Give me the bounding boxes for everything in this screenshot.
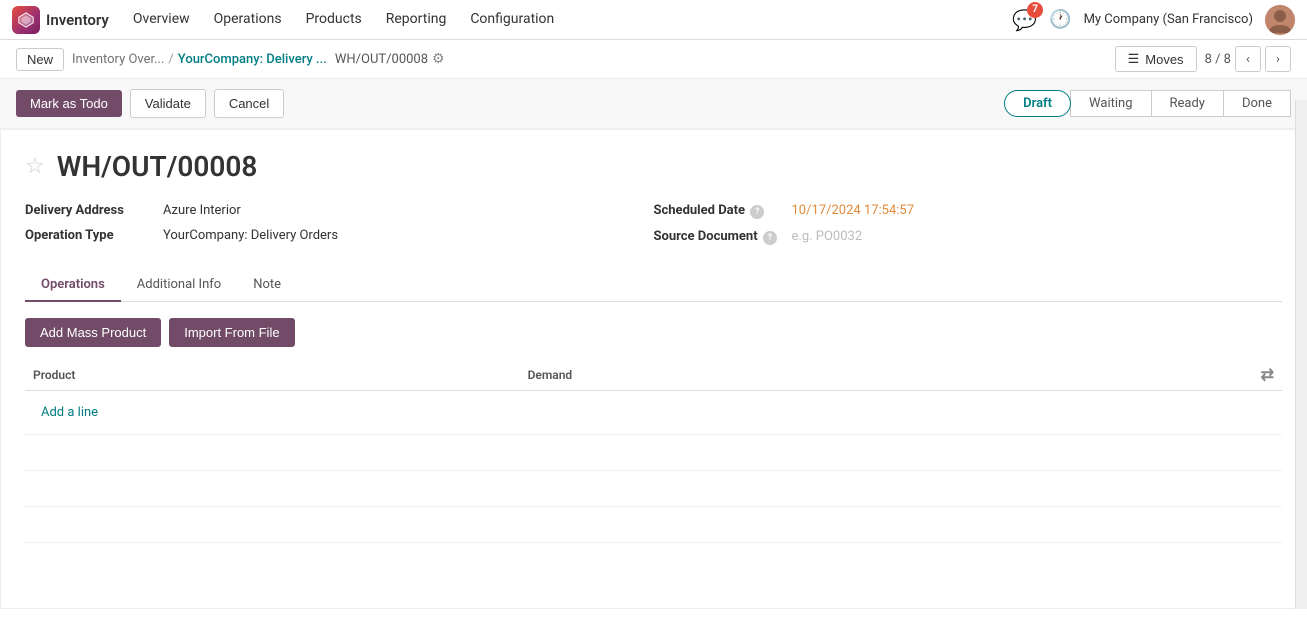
app-logo[interactable]: Inventory [12,6,109,34]
notification-badge: 7 [1027,2,1043,18]
topnav-right: 💬 7 🕐 My Company (San Francisco) [1012,5,1295,35]
delivery-address-value[interactable]: Azure Interior [163,203,241,218]
tab-operations[interactable]: Operations [25,269,121,302]
table-actions: Add Mass Product Import From File [25,318,1282,347]
products-table: Product Demand ⇄ Add a line [25,359,1282,543]
operation-type-value[interactable]: YourCompany: Delivery Orders [163,228,338,243]
source-document-help[interactable]: ? [763,231,777,245]
top-navigation: Inventory Overview Operations Products R… [0,0,1307,40]
record-id: WH/OUT/00008 [335,52,428,67]
breadcrumb-sep1: / [168,52,173,67]
form-right: Scheduled Date ? 10/17/2024 17:54:57 Sou… [654,203,1283,245]
scheduled-date-label: Scheduled Date ? [654,203,784,219]
tab-note[interactable]: Note [237,269,297,302]
scheduled-date-value[interactable]: 10/17/2024 17:54:57 [792,203,915,218]
settings-icon[interactable]: ⚙ [432,51,445,67]
favorite-icon[interactable]: ☆ [25,154,45,179]
form-left: Delivery Address Azure Interior Operatio… [25,203,654,245]
column-settings-icon[interactable]: ⇄ [1261,365,1274,384]
scrollbar[interactable] [1295,100,1307,609]
operation-type-label: Operation Type [25,228,155,243]
record-title: WH/OUT/00008 [57,150,258,183]
import-from-file-button[interactable]: Import From File [169,318,294,347]
menu-configuration[interactable]: Configuration [458,0,566,40]
delivery-address-label: Delivery Address [25,203,155,218]
action-bar: Mark as Todo Validate Cancel Draft Waiti… [0,79,1307,129]
operation-type-row: Operation Type YourCompany: Delivery Ord… [25,228,654,243]
col-product-header: Product [25,359,520,391]
breadcrumb-parent2[interactable]: YourCompany: Delivery ... [178,52,327,67]
main-content: ☆ WH/OUT/00008 Delivery Address Azure In… [0,129,1307,609]
source-document-row: Source Document ? e.g. PO0032 [654,229,1283,245]
moves-label: Moves [1145,52,1183,67]
main-menu: Overview Operations Products Reporting C… [121,0,566,40]
status-waiting[interactable]: Waiting [1070,90,1151,117]
notification-button[interactable]: 💬 7 [1012,8,1037,32]
menu-operations[interactable]: Operations [202,0,294,40]
menu-products[interactable]: Products [294,0,374,40]
moves-icon: ☰ [1128,51,1140,67]
user-avatar[interactable] [1265,5,1295,35]
col-demand-header: Demand [520,359,1033,391]
record-count: 8 / 8 [1205,52,1231,67]
cancel-button[interactable]: Cancel [214,89,284,118]
status-ready[interactable]: Ready [1151,90,1224,117]
delivery-address-row: Delivery Address Azure Interior [25,203,654,218]
menu-reporting[interactable]: Reporting [374,0,459,40]
breadcrumb-record: WH/OUT/00008 ⚙ [335,51,445,67]
scheduled-date-row: Scheduled Date ? 10/17/2024 17:54:57 [654,203,1283,219]
new-button[interactable]: New [16,48,64,71]
source-document-label: Source Document ? [654,229,784,245]
logo-icon [12,6,40,34]
breadcrumb-bar: New Inventory Over... / YourCompany: Del… [0,40,1307,79]
status-pipeline: Draft Waiting Ready Done [1005,90,1291,117]
col-controls-header: ⇄ [1033,359,1282,391]
status-steps: Draft Waiting Ready Done [1005,90,1291,117]
tabs-bar: Operations Additional Info Note [25,269,1282,302]
prev-record-button[interactable]: ‹ [1235,46,1261,72]
empty-row-1 [25,435,1282,471]
validate-button[interactable]: Validate [130,89,206,118]
add-mass-product-button[interactable]: Add Mass Product [25,318,161,347]
source-document-value[interactable]: e.g. PO0032 [792,229,863,244]
status-done[interactable]: Done [1223,90,1291,117]
record-navigation: 8 / 8 ‹ › [1205,46,1291,72]
record-header: ☆ WH/OUT/00008 [25,150,1282,183]
tab-additional-info[interactable]: Additional Info [121,269,237,302]
breadcrumb-nav-right: ☰ Moves 8 / 8 ‹ › [1115,46,1291,72]
app-name: Inventory [46,11,109,29]
add-line-button[interactable]: Add a line [33,399,106,426]
company-name[interactable]: My Company (San Francisco) [1084,12,1253,27]
empty-row-3 [25,507,1282,543]
mark-todo-button[interactable]: Mark as Todo [16,90,122,117]
next-record-button[interactable]: › [1265,46,1291,72]
breadcrumb: Inventory Over... / YourCompany: Deliver… [72,52,327,67]
status-draft[interactable]: Draft [1004,90,1071,117]
clock-button[interactable]: 🕐 [1049,9,1071,30]
moves-button[interactable]: ☰ Moves [1115,46,1197,72]
breadcrumb-parent1[interactable]: Inventory Over... [72,52,164,67]
menu-overview[interactable]: Overview [121,0,202,40]
form-fields: Delivery Address Azure Interior Operatio… [25,203,1282,245]
empty-row-2 [25,471,1282,507]
add-line-row: Add a line [25,391,1282,435]
scheduled-date-help[interactable]: ? [750,205,764,219]
